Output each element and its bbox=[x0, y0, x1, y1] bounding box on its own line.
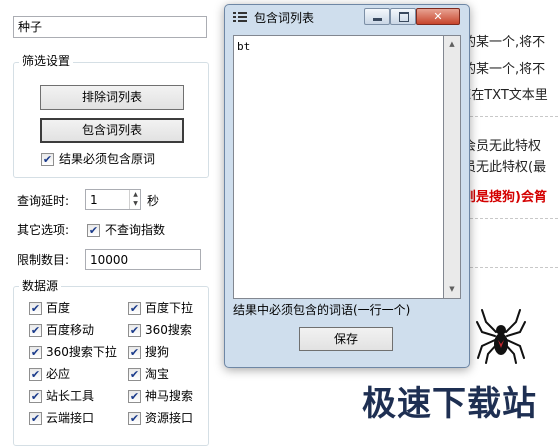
source-label: 淘宝 bbox=[145, 367, 170, 381]
source-checkbox[interactable]: ✔ bbox=[128, 368, 141, 381]
query-delay-label: 查询延时: bbox=[17, 194, 70, 208]
source-checkbox[interactable]: ✔ bbox=[29, 324, 42, 337]
source-checkbox[interactable]: ✔ bbox=[128, 324, 141, 337]
bg-divider bbox=[460, 116, 558, 117]
save-button[interactable]: 保存 bbox=[299, 327, 393, 351]
maximize-button[interactable] bbox=[390, 8, 416, 25]
spider-icon bbox=[476, 309, 526, 364]
query-delay-unit: 秒 bbox=[147, 194, 160, 208]
source-checkbox[interactable]: ✔ bbox=[128, 302, 141, 315]
source-label: 云端接口 bbox=[46, 411, 95, 425]
minimize-button[interactable] bbox=[364, 8, 390, 25]
source-checkbox[interactable]: ✔ bbox=[128, 346, 141, 359]
vertical-scrollbar[interactable]: ▲ ▼ bbox=[444, 35, 461, 299]
must-include-checkbox[interactable]: ✔ bbox=[41, 153, 54, 166]
must-include-label: 结果必须包含原词 bbox=[59, 152, 156, 166]
maximize-icon bbox=[399, 12, 409, 22]
spinner-down-icon[interactable]: ▼ bbox=[130, 199, 141, 208]
bg-text-line3: E在TXT文本里 bbox=[463, 88, 548, 103]
other-options-label: 其它选项: bbox=[17, 223, 70, 237]
source-checkbox[interactable]: ✔ bbox=[128, 390, 141, 403]
close-button[interactable]: ✕ bbox=[416, 8, 460, 25]
scroll-down-icon[interactable]: ▼ bbox=[445, 282, 459, 297]
seed-input[interactable]: 种子 bbox=[13, 16, 207, 38]
dialog-hint: 结果中必须包含的词语(一行一个) bbox=[233, 303, 411, 317]
bg-text-line4: 会员无此特权 bbox=[463, 139, 542, 154]
query-delay-spinner[interactable]: ▲ ▼ bbox=[129, 190, 141, 209]
spinner-up-icon[interactable]: ▲ bbox=[130, 190, 141, 199]
source-label: 站长工具 bbox=[46, 389, 95, 403]
source-label: 搜狗 bbox=[145, 345, 170, 359]
bg-text-line6: 则是搜狗)会筲 bbox=[463, 190, 547, 205]
exclude-list-button[interactable]: 排除词列表 bbox=[40, 85, 184, 110]
source-label: 360搜索 bbox=[145, 323, 192, 337]
source-checkbox[interactable]: ✔ bbox=[128, 412, 141, 425]
source-label: 360搜索下拉 bbox=[46, 345, 117, 359]
include-list-dialog: 包含词列表 ✕ bt ▲ ▼ 结果中必须包含的词语(一行一个) 保存 bbox=[224, 4, 470, 368]
bg-text-line5: 员无此特权(最 bbox=[463, 160, 547, 175]
data-source-title: 数据源 bbox=[19, 279, 62, 293]
watermark-logo: 极速下载站 bbox=[362, 384, 537, 424]
include-words-text: bt bbox=[237, 40, 251, 53]
dialog-title: 包含词列表 bbox=[254, 11, 315, 25]
include-words-textarea[interactable]: bt bbox=[233, 35, 444, 299]
bg-divider bbox=[460, 218, 558, 219]
source-checkbox[interactable]: ✔ bbox=[29, 368, 42, 381]
source-label: 百度移动 bbox=[46, 323, 95, 337]
source-checkbox[interactable]: ✔ bbox=[29, 390, 42, 403]
scroll-up-icon[interactable]: ▲ bbox=[445, 37, 459, 52]
bg-text-line1: 的某一个,将不 bbox=[463, 35, 546, 50]
source-label: 资源接口 bbox=[145, 411, 194, 425]
list-icon bbox=[233, 11, 247, 24]
bg-text-line2: 的某一个,将不 bbox=[463, 62, 546, 77]
minimize-icon bbox=[373, 18, 382, 21]
query-delay-value: 1 bbox=[90, 193, 98, 207]
bg-divider bbox=[460, 267, 558, 268]
source-checkbox[interactable]: ✔ bbox=[29, 412, 42, 425]
source-label: 百度下拉 bbox=[145, 301, 194, 315]
source-label: 神马搜索 bbox=[145, 389, 194, 403]
limit-count-input[interactable]: 10000 bbox=[85, 249, 201, 270]
close-icon: ✕ bbox=[433, 10, 443, 23]
no-index-label: 不查询指数 bbox=[105, 223, 166, 237]
source-label: 必应 bbox=[46, 367, 71, 381]
source-label: 百度 bbox=[46, 301, 71, 315]
source-checkbox[interactable]: ✔ bbox=[29, 346, 42, 359]
filter-settings-title: 筛选设置 bbox=[19, 54, 74, 68]
no-index-checkbox[interactable]: ✔ bbox=[87, 224, 100, 237]
limit-count-label: 限制数目: bbox=[17, 253, 70, 267]
include-list-button[interactable]: 包含词列表 bbox=[40, 118, 184, 143]
source-checkbox[interactable]: ✔ bbox=[29, 302, 42, 315]
